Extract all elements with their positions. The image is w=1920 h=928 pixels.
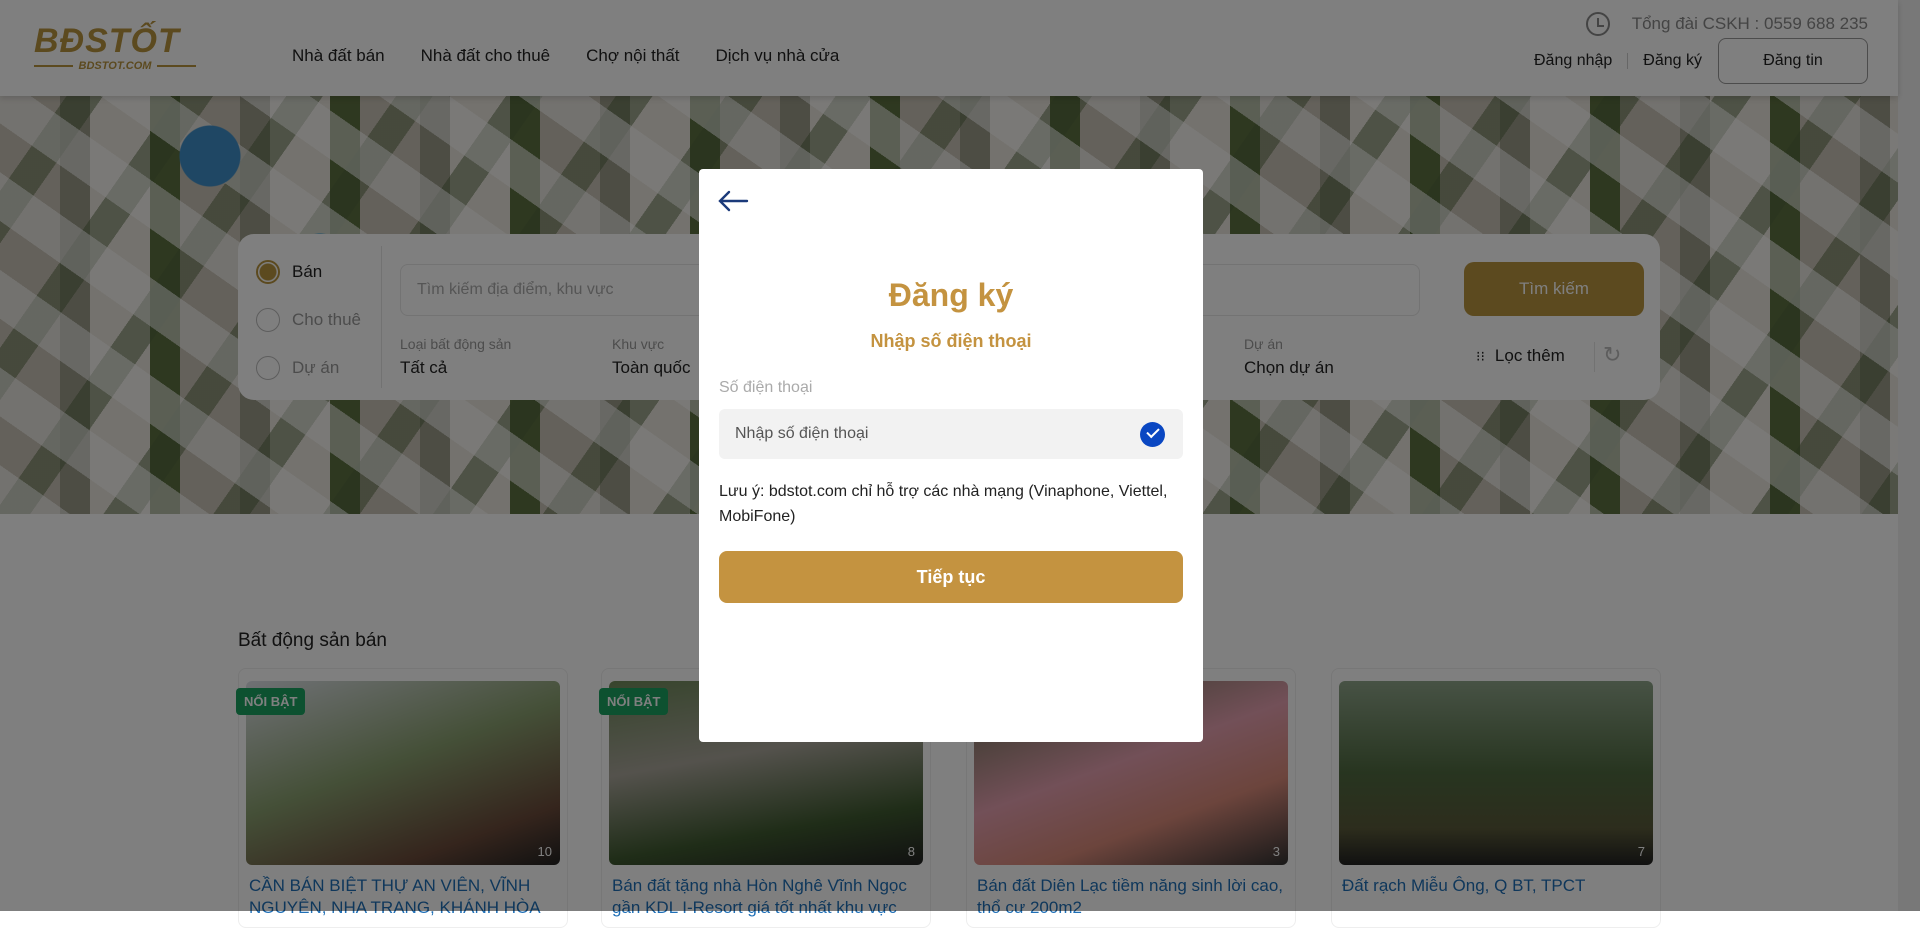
carrier-note: Lưu ý: bdstot.com chỉ hỗ trợ các nhà mạn… bbox=[719, 483, 1168, 525]
phone-input[interactable]: Nhập số điện thoại bbox=[719, 409, 1183, 459]
phone-placeholder: Nhập số điện thoại bbox=[735, 425, 869, 442]
check-circle-icon bbox=[1140, 422, 1165, 447]
modal-title: Đăng ký bbox=[888, 277, 1014, 313]
modal-subtitle: Nhập số điện thoại bbox=[870, 331, 1032, 351]
phone-label: Số điện thoại bbox=[719, 379, 813, 396]
continue-button[interactable]: Tiếp tục bbox=[719, 551, 1183, 603]
register-modal: Đăng ký Nhập số điện thoại Số điện thoại… bbox=[699, 169, 1203, 742]
back-arrow-icon[interactable] bbox=[717, 189, 749, 213]
